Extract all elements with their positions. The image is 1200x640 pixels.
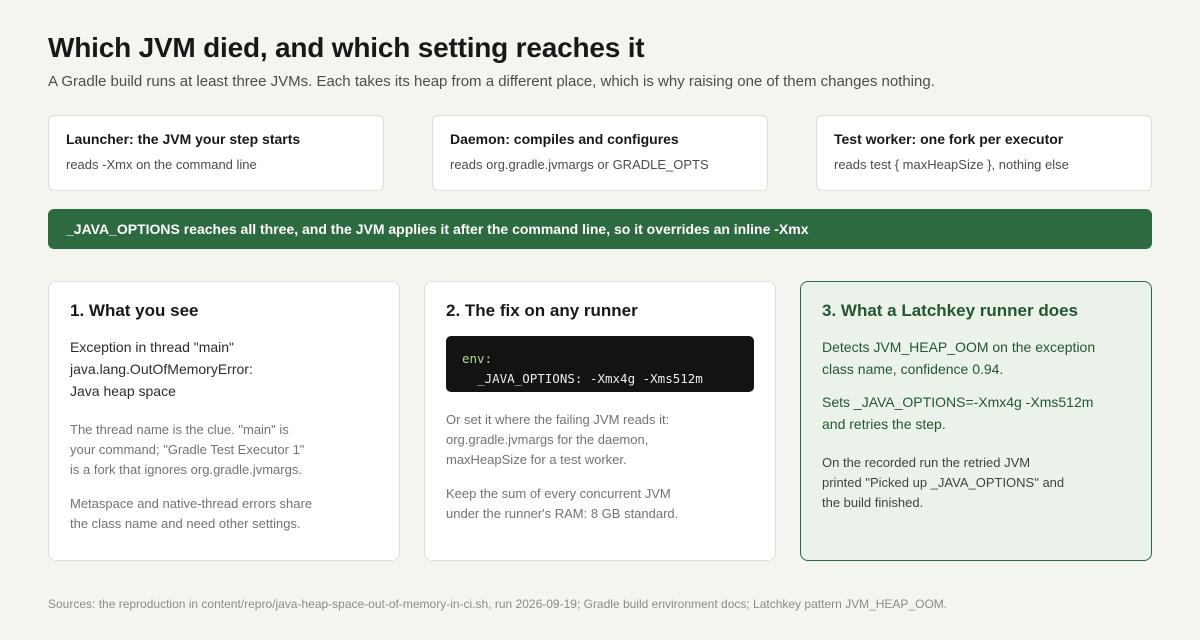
step-title: 2. The fix on any runner xyxy=(446,301,638,320)
retry-text: Sets _JAVA_OPTIONS=-Xmx4g -Xms512m and r… xyxy=(822,391,1130,435)
detect-line: Detects JVM_HEAP_OOM on the exception xyxy=(822,339,1096,355)
step-card-what-you-see: 1. What you see Exception in thread "mai… xyxy=(48,281,400,561)
result-line: printed "Picked up _JAVA_OPTIONS" and xyxy=(822,475,1065,490)
java-options-banner: _JAVA_OPTIONS reaches all three, and the… xyxy=(48,209,1152,249)
ram-line: under the runner's RAM: 8 GB standard. xyxy=(446,506,679,521)
thread-clue-text: The thread name is the clue. "main" is y… xyxy=(70,420,378,480)
note-line: Metaspace and native-thread errors share xyxy=(70,496,313,511)
error-line: Java heap space xyxy=(70,383,176,399)
page-title: Which JVM died, and which setting reache… xyxy=(48,32,645,63)
jvm-name: Daemon: compiles and configures xyxy=(450,131,679,147)
jvm-card-test-worker: Test worker: one fork per executor reads… xyxy=(816,115,1152,191)
ram-limit-note: Keep the sum of every concurrent JVM und… xyxy=(446,484,754,524)
clue-line: your command; "Gradle Test Executor 1" xyxy=(70,442,305,457)
jvm-name: Launcher: the JVM your step starts xyxy=(66,131,301,147)
error-line: Exception in thread "main" xyxy=(70,339,235,355)
alt-line: Or set it where the failing JVM reads it… xyxy=(446,412,670,427)
jvm-reads: reads org.gradle.jvmargs or GRADLE_OPTS xyxy=(450,157,709,172)
error-line: java.lang.OutOfMemoryError: xyxy=(70,361,253,377)
code-snippet: env: _JAVA_OPTIONS: -Xmx4g -Xms512m xyxy=(446,336,754,392)
jvm-reads: reads test { maxHeapSize }, nothing else xyxy=(834,157,1069,172)
error-message: Exception in thread "main" java.lang.Out… xyxy=(70,336,378,402)
set-line: and retries the step. xyxy=(822,416,946,432)
step-card-fix: 2. The fix on any runner env: _JAVA_OPTI… xyxy=(424,281,776,561)
other-errors-note: Metaspace and native-thread errors share… xyxy=(70,494,378,534)
page-subtitle: A Gradle build runs at least three JVMs.… xyxy=(48,73,935,90)
step-row: 1. What you see Exception in thread "mai… xyxy=(48,281,1152,561)
step-card-latchkey: 3. What a Latchkey runner does Detects J… xyxy=(800,281,1152,561)
ram-line: Keep the sum of every concurrent JVM xyxy=(446,486,671,501)
step-title: 3. What a Latchkey runner does xyxy=(822,301,1079,320)
clue-line: is a fork that ignores org.gradle.jvmarg… xyxy=(70,462,302,477)
code-value: _JAVA_OPTIONS: -Xmx4g -Xms512m xyxy=(462,371,703,386)
code-key: env: xyxy=(462,351,493,366)
clue-line: The thread name is the clue. "main" is xyxy=(70,422,289,437)
detection-text: Detects JVM_HEAP_OOM on the exception cl… xyxy=(822,336,1130,380)
result-line: the build finished. xyxy=(822,495,924,510)
alt-line: org.gradle.jvmargs for the daemon, xyxy=(446,432,649,447)
page: Which JVM died, and which setting reache… xyxy=(48,30,1152,561)
result-line: On the recorded run the retried JVM xyxy=(822,455,1031,470)
set-line: Sets _JAVA_OPTIONS=-Xmx4g -Xms512m xyxy=(822,394,1094,410)
jvm-reads: reads -Xmx on the command line xyxy=(66,157,257,172)
jvm-row: Launcher: the JVM your step starts reads… xyxy=(48,115,1152,191)
alt-line: maxHeapSize for a test worker. xyxy=(446,452,627,467)
jvm-card-launcher: Launcher: the JVM your step starts reads… xyxy=(48,115,384,191)
step-title: 1. What you see xyxy=(70,301,199,320)
sources-footnote: Sources: the reproduction in content/rep… xyxy=(48,597,948,611)
note-line: the class name and need other settings. xyxy=(70,516,301,531)
recorded-run-text: On the recorded run the retried JVM prin… xyxy=(822,453,1130,513)
jvm-name: Test worker: one fork per executor xyxy=(834,131,1064,147)
detect-line: class name, confidence 0.94. xyxy=(822,361,1004,377)
jvm-card-daemon: Daemon: compiles and configures reads or… xyxy=(432,115,768,191)
alternative-settings-text: Or set it where the failing JVM reads it… xyxy=(446,410,754,470)
